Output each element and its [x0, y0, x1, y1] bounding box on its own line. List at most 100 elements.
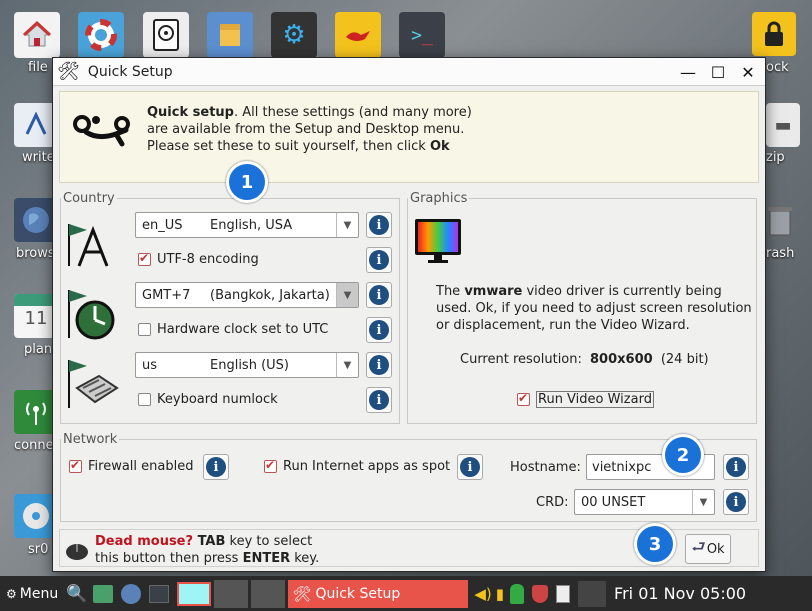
- titlebar[interactable]: 🛠 Quick Setup — ☐ ✕: [53, 58, 765, 86]
- desktop-icon-zip[interactable]: ▬: [766, 103, 800, 147]
- firewall-checkbox[interactable]: Firewall enabled: [69, 458, 193, 474]
- checkbox-box: [138, 393, 151, 406]
- desktop-icon-drive[interactable]: [143, 12, 189, 58]
- utf8-info-button[interactable]: i: [366, 247, 392, 273]
- desktop-icon-launcher[interactable]: [93, 584, 114, 603]
- firewall-info-button[interactable]: i: [203, 454, 229, 480]
- desktop-icon-archive[interactable]: [207, 12, 253, 58]
- puppy-tools-logo: [73, 115, 130, 147]
- cd-icon: [23, 503, 49, 529]
- volume-icon[interactable]: ◀): [474, 585, 491, 603]
- tools-icon: 🛠: [292, 584, 312, 603]
- video-wizard-checkbox[interactable]: Run Video Wizard: [517, 391, 654, 408]
- step-badge-2: 2: [662, 434, 704, 476]
- gear-icon: ⚙: [282, 20, 306, 50]
- close-button[interactable]: ✕: [737, 61, 759, 83]
- crd-info-button[interactable]: i: [723, 489, 749, 515]
- hwclock-label: Hardware clock set to UTC: [157, 322, 329, 337]
- desktop-label-browse: brows: [16, 246, 55, 261]
- info-icon: i: [369, 320, 389, 340]
- taskbar: ⚙ Menu 🔍 🛠 Quick Setup ◀) ▮ Fri 01 Nov 0…: [0, 576, 812, 611]
- graphics-desc-pre: The: [436, 284, 465, 299]
- search-icon[interactable]: 🔍: [66, 584, 87, 604]
- spot-checkbox[interactable]: Run Internet apps as spot: [264, 458, 451, 474]
- chevron-down-icon: ▼: [692, 490, 714, 514]
- numlock-label: Keyboard numlock: [157, 392, 278, 407]
- desktop-icon-settings[interactable]: ⚙: [271, 12, 317, 58]
- task-quick-setup[interactable]: 🛠 Quick Setup: [288, 579, 469, 608]
- clipboard-icon[interactable]: [556, 584, 571, 603]
- harddisk-icon: [153, 19, 179, 51]
- clock[interactable]: Fri 01 Nov 05:00: [614, 584, 746, 603]
- checkbox-box: [69, 458, 82, 473]
- locale-name: English, USA: [210, 217, 293, 233]
- numlock-checkbox[interactable]: Keyboard numlock: [138, 392, 278, 407]
- desktop-icon-lamp[interactable]: [335, 12, 381, 58]
- info-icon: i: [726, 492, 746, 512]
- desktop-icon-terminal[interactable]: >_: [399, 12, 445, 58]
- hostname-info-button[interactable]: i: [723, 454, 749, 480]
- ok-button[interactable]: ⮐ Ok: [685, 534, 731, 564]
- keyboard-info-button[interactable]: i: [366, 352, 392, 378]
- desktop-icon-file[interactable]: [14, 12, 60, 58]
- tray-blank: [578, 580, 607, 607]
- monitor-icon: [415, 219, 461, 263]
- terminal-icon: >_: [411, 24, 433, 46]
- package-icon: [220, 24, 240, 46]
- chevron-down-icon: ▼: [336, 213, 358, 237]
- dead-mouse-text: Dead mouse? TAB key to select this butto…: [95, 533, 335, 567]
- browser-launcher-icon[interactable]: [121, 583, 142, 604]
- workspace-1[interactable]: [177, 581, 212, 606]
- info-icon: i: [726, 457, 746, 477]
- desktop-icon-lock[interactable]: [752, 12, 796, 56]
- keyboard-code: us: [142, 357, 158, 373]
- maximize-button[interactable]: ☐: [707, 61, 729, 83]
- info-icon: i: [369, 215, 389, 235]
- timezone-info-button[interactable]: i: [366, 282, 392, 308]
- desktop-icon-trash[interactable]: [762, 198, 798, 242]
- locale-info-button[interactable]: i: [366, 212, 392, 238]
- antenna-icon: [26, 402, 46, 425]
- ok-label: Ok: [706, 541, 725, 557]
- utf8-checkbox[interactable]: UTF-8 encoding: [138, 251, 259, 267]
- font-icon: [68, 224, 109, 267]
- firewall-status-icon[interactable]: [532, 584, 549, 603]
- crd-select[interactable]: 00 UNSET ▼: [574, 489, 715, 515]
- utf8-label: UTF-8 encoding: [157, 252, 259, 267]
- timezone-select[interactable]: GMT+7 (Bangkok, Jakarta) ▼: [135, 282, 359, 308]
- desktop-label-sr0: sr0: [28, 542, 49, 557]
- hwclock-checkbox[interactable]: Hardware clock set to UTC: [138, 322, 328, 337]
- spot-label: Run Internet apps as spot: [283, 459, 451, 474]
- keyboard-select[interactable]: us English (US) ▼: [135, 352, 359, 378]
- chevron-down-icon: ▼: [336, 353, 358, 377]
- workspace-2[interactable]: [214, 579, 249, 608]
- desktop-icon-help[interactable]: [78, 12, 124, 58]
- genie-lamp-icon: [346, 31, 370, 41]
- current-resolution: Current resolution: 800x600 (24 bit): [460, 352, 709, 367]
- spot-info-button[interactable]: i: [457, 454, 483, 480]
- dead-mouse-end: key.: [290, 551, 320, 566]
- locale-select[interactable]: en_US English, USA ▼: [135, 212, 359, 238]
- trash-icon: [768, 207, 792, 236]
- intro-ok: Ok: [429, 139, 450, 154]
- hwclock-info-button[interactable]: i: [366, 317, 392, 343]
- menu-button[interactable]: ⚙ Menu: [0, 580, 64, 608]
- numlock-info-button[interactable]: i: [366, 387, 392, 413]
- dead-mouse-tab: TAB: [193, 534, 226, 549]
- intro-bold: Quick setup: [147, 105, 234, 120]
- folder-icon: ▬: [774, 114, 792, 136]
- checkbox-box: [138, 323, 151, 336]
- locale-code: en_US: [142, 217, 183, 233]
- info-icon: i: [460, 457, 480, 477]
- globe-icon: [23, 207, 49, 233]
- hostname-label: Hostname:: [510, 460, 581, 475]
- dead-mouse-enter: ENTER: [242, 551, 291, 566]
- network-status-icon[interactable]: ▮: [496, 585, 504, 603]
- minimize-button[interactable]: —: [677, 61, 699, 83]
- workspace-3[interactable]: [251, 579, 286, 608]
- drive-status-icon[interactable]: [510, 583, 525, 604]
- desktop-label-file: file: [28, 60, 48, 75]
- desktop-label-trash: rash: [766, 246, 795, 261]
- terminal-launcher-icon[interactable]: [149, 584, 170, 603]
- crd-value: 00 UNSET: [581, 494, 646, 510]
